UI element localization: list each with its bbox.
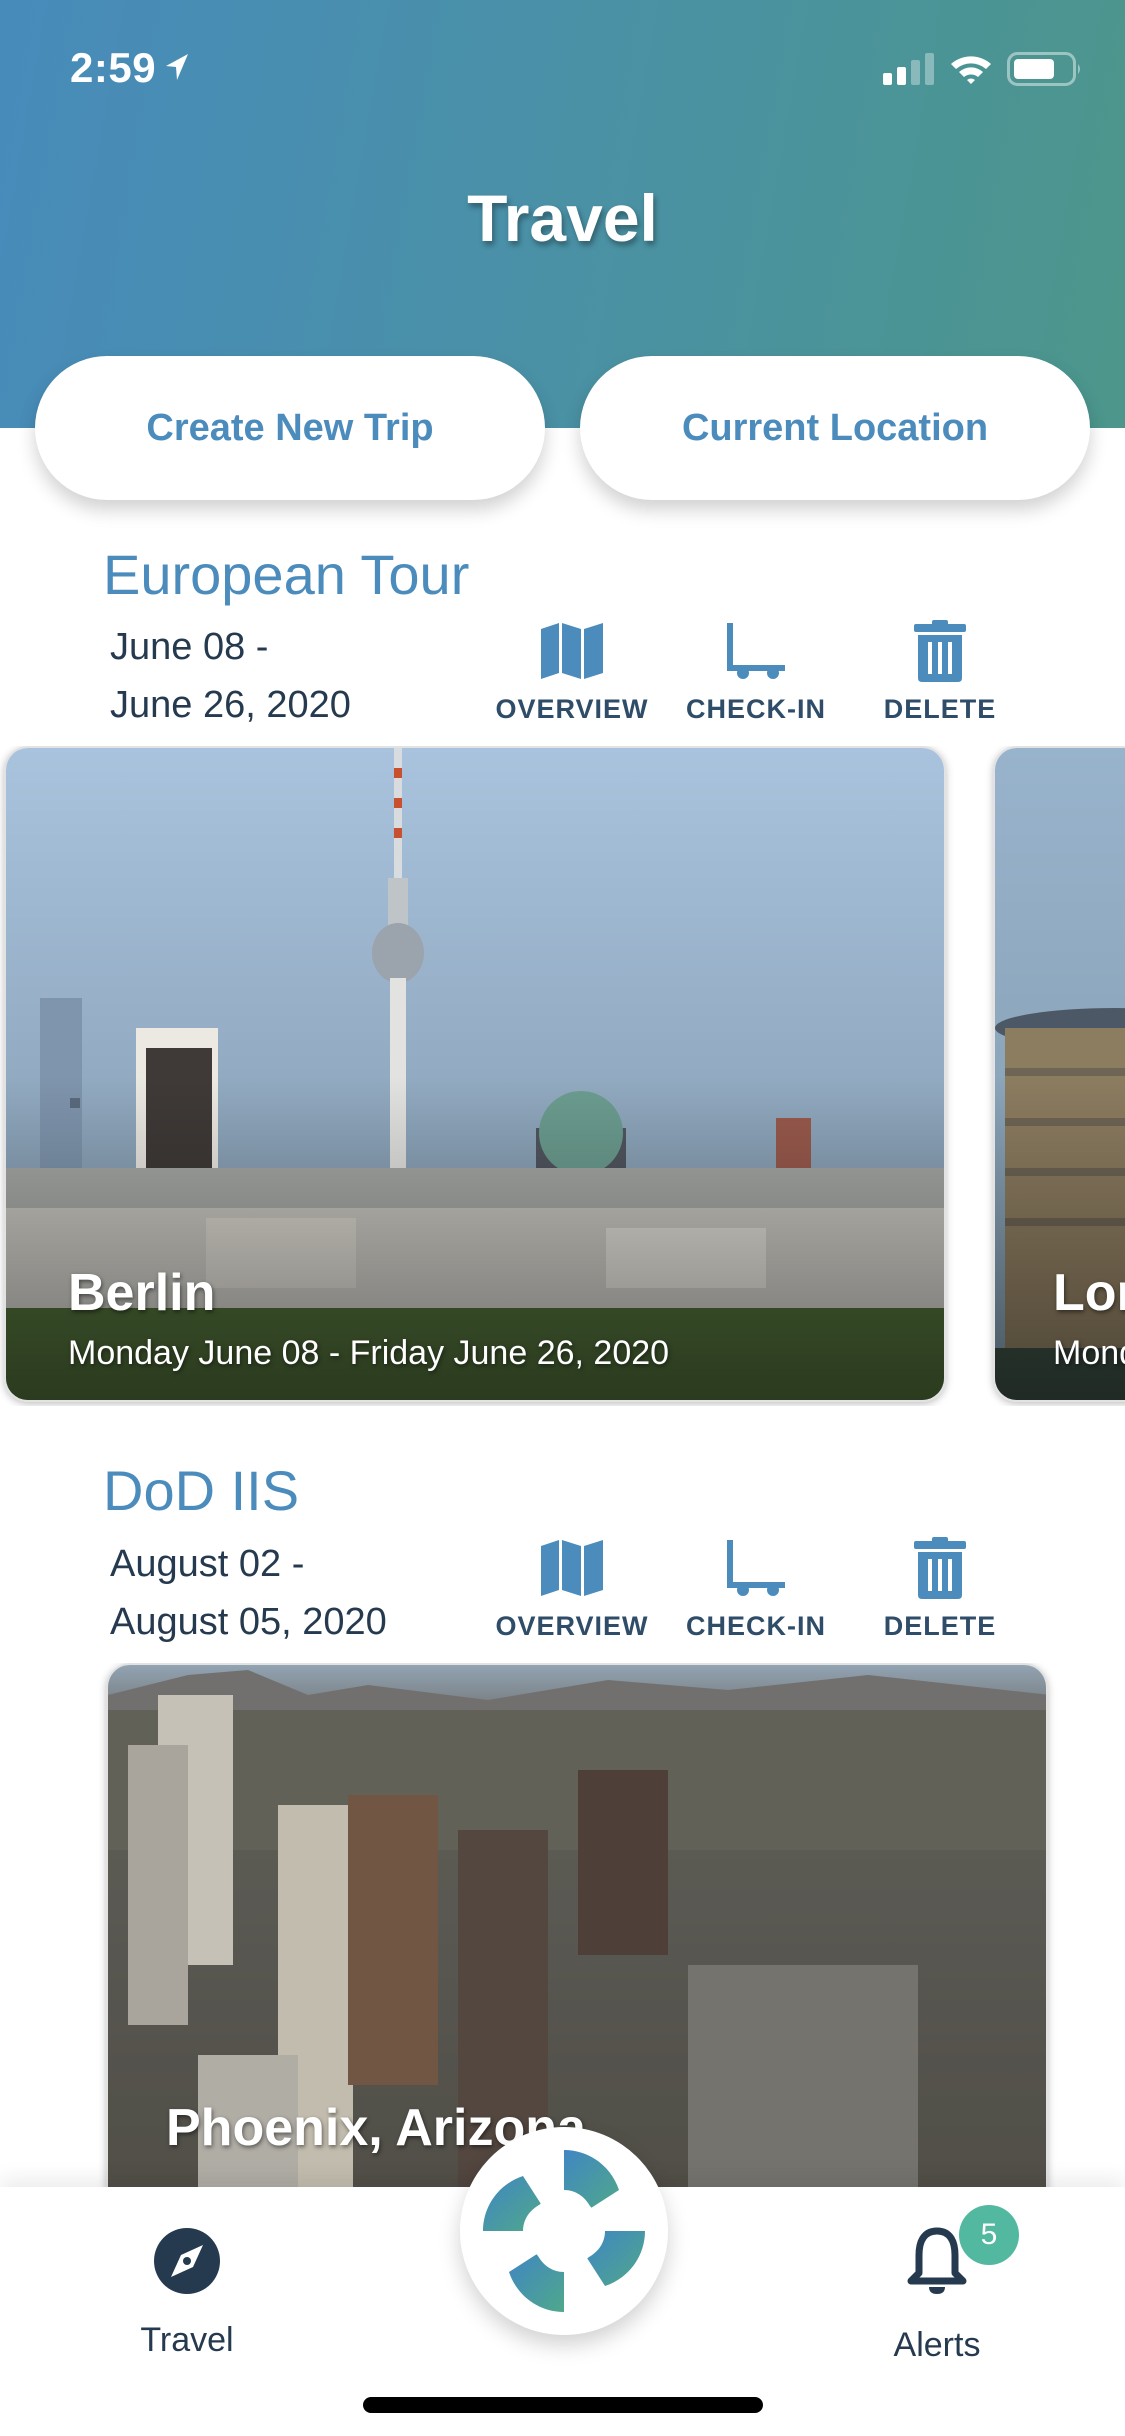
home-logo-button[interactable] bbox=[460, 2127, 668, 2335]
create-new-trip-button[interactable]: Create New Trip bbox=[35, 356, 545, 500]
app-logo-icon bbox=[483, 2150, 645, 2312]
overview-label: OVERVIEW bbox=[495, 694, 649, 724]
tab-alerts-label: Alerts bbox=[893, 2326, 981, 2364]
bell-icon bbox=[907, 2227, 967, 2294]
destination-carousel[interactable]: Phoenix, Arizona bbox=[0, 1663, 1125, 2203]
cellular-signal-icon bbox=[881, 53, 935, 90]
check-in-label: CHECK-IN bbox=[686, 694, 826, 724]
overview-button[interactable]: OVERVIEW bbox=[480, 620, 664, 725]
delete-label: DELETE bbox=[883, 694, 997, 724]
trip-actions: OVERVIEW CHECK-IN DELETE bbox=[480, 1537, 1032, 1642]
luggage-cart-icon bbox=[727, 1540, 785, 1596]
page-title: Travel bbox=[467, 181, 658, 255]
alerts-badge: 5 bbox=[959, 2205, 1019, 2265]
status-time: 2:59 bbox=[70, 44, 190, 92]
trip-title[interactable]: European Tour bbox=[103, 542, 469, 607]
tab-alerts[interactable]: 5 Alerts bbox=[857, 2205, 1019, 2365]
map-icon bbox=[541, 1540, 603, 1596]
destination-card-berlin[interactable]: Berlin Monday June 08 - Friday June 26, … bbox=[4, 746, 946, 1402]
destination-range: Monday bbox=[1053, 1334, 1125, 1372]
alerts-icon-wrap: 5 bbox=[907, 2205, 1019, 2300]
delete-label: DELETE bbox=[883, 1611, 997, 1641]
delete-button[interactable]: DELETE bbox=[848, 1537, 1032, 1642]
trip-end-date: June 26, 2020 bbox=[110, 684, 351, 726]
trip-dates: June 08 - June 26, 2020 bbox=[110, 618, 351, 734]
delete-button[interactable]: DELETE bbox=[848, 620, 1032, 725]
check-in-button[interactable]: CHECK-IN bbox=[664, 1537, 848, 1642]
battery-icon bbox=[1007, 52, 1083, 91]
tab-travel-label: Travel bbox=[140, 2321, 234, 2359]
overview-button[interactable]: OVERVIEW bbox=[480, 1537, 664, 1642]
destination-city: London bbox=[1053, 1264, 1125, 1322]
destination-card-phoenix[interactable]: Phoenix, Arizona bbox=[106, 1663, 1048, 2203]
trip-start-date: June 08 - bbox=[110, 626, 269, 668]
destination-city: Berlin bbox=[68, 1264, 216, 1322]
overview-label: OVERVIEW bbox=[495, 1611, 649, 1641]
trip-actions: OVERVIEW CHECK-IN DELETE bbox=[480, 620, 1032, 725]
check-in-label: CHECK-IN bbox=[686, 1611, 826, 1641]
destination-carousel[interactable]: Berlin Monday June 08 - Friday June 26, … bbox=[0, 746, 1125, 1406]
trash-icon bbox=[914, 1537, 966, 1599]
clock-text: 2:59 bbox=[70, 44, 157, 91]
trip-start-date: August 02 - bbox=[110, 1543, 305, 1585]
current-location-button[interactable]: Current Location bbox=[580, 356, 1090, 500]
map-icon bbox=[541, 623, 603, 679]
status-indicators bbox=[881, 52, 1083, 91]
home-indicator bbox=[363, 2397, 763, 2413]
wifi-icon bbox=[949, 53, 993, 90]
trip-end-date: August 05, 2020 bbox=[110, 1601, 387, 1643]
trip-dates: August 02 - August 05, 2020 bbox=[110, 1535, 387, 1651]
luggage-cart-icon bbox=[727, 623, 785, 679]
destination-card-london[interactable]: London Monday bbox=[993, 746, 1125, 1402]
trash-icon bbox=[914, 620, 966, 682]
tab-travel[interactable]: Travel bbox=[107, 2227, 267, 2360]
trip-title[interactable]: DoD IIS bbox=[103, 1458, 299, 1523]
destination-range: Monday June 08 - Friday June 26, 2020 bbox=[68, 1334, 670, 1372]
location-arrow-icon bbox=[164, 44, 190, 92]
check-in-button[interactable]: CHECK-IN bbox=[664, 620, 848, 725]
compass-icon bbox=[154, 2228, 220, 2294]
